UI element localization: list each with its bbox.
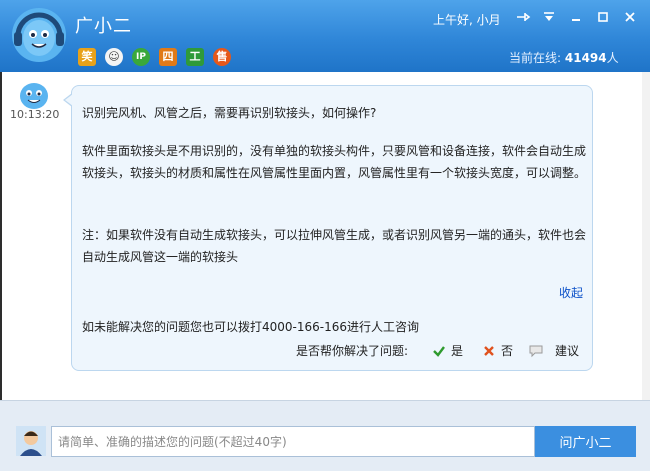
contact-text: 如未能解决您的问题您也可以拨打4000-166-166进行人工咨询	[82, 320, 420, 334]
work-icon[interactable]: 工	[186, 48, 204, 66]
bot-avatar-icon	[20, 83, 48, 109]
app-title: 广小二	[75, 16, 132, 37]
feedback-no-label: 否	[501, 344, 514, 358]
close-icon[interactable]	[618, 6, 642, 28]
message-time: 10:13:20	[10, 108, 60, 121]
sale-icon[interactable]: 售	[213, 48, 231, 66]
question-text: 识别完风机、风管之后，需要再识别软接头，如何操作?	[82, 106, 377, 120]
bubble-tail-inner	[65, 94, 73, 106]
user-avatar-icon	[16, 426, 46, 456]
comment-icon	[529, 345, 543, 357]
answer-note: 注：如果软件没有自动生成软接头，可以拉伸风管生成，或者识别风管另一端的通头，软件…	[82, 228, 587, 264]
window-edge	[0, 72, 2, 402]
online-number: 41494	[564, 51, 607, 65]
pin-icon[interactable]	[511, 6, 535, 28]
grid-icon[interactable]: 四	[159, 48, 177, 66]
cross-icon	[484, 345, 494, 356]
ask-button[interactable]: 问广小二	[535, 426, 636, 457]
online-unit: 人	[606, 51, 619, 65]
feedback-yes-label: 是	[451, 344, 464, 358]
minimize-icon[interactable]	[564, 6, 588, 28]
feedback-suggest-button[interactable]: 建议	[528, 342, 579, 359]
feedback-yes-button[interactable]: 是	[432, 342, 463, 359]
check-icon	[433, 345, 445, 357]
scrollbar[interactable]	[642, 72, 650, 400]
dropdown-menu-icon[interactable]	[537, 6, 561, 28]
online-count: 当前在线: 41494人	[509, 49, 619, 66]
feedback-no-button[interactable]: 否	[482, 342, 513, 359]
smiley-icon[interactable]: ☺	[105, 48, 123, 66]
question-input[interactable]	[51, 426, 535, 457]
laugh-icon[interactable]: 笑	[78, 48, 96, 66]
feedback-question: 是否帮你解决了问题:	[296, 344, 409, 358]
answer-paragraph: 软件里面软接头是不用识别的，没有单独的软接头构件，只要风管和设备连接，软件会自动…	[82, 144, 587, 180]
maximize-icon[interactable]	[591, 6, 615, 28]
collapse-link[interactable]: 收起	[559, 284, 583, 301]
feedback-suggest-label: 建议	[555, 344, 580, 358]
mascot-logo-icon	[12, 8, 66, 62]
title-bar: 广小二 上午好, 小月 笑 ☺ IP 四 工 售 当前在线: 41494人	[0, 0, 650, 73]
ip-icon[interactable]: IP	[132, 48, 150, 66]
user-greeting: 上午好, 小月	[433, 13, 501, 27]
online-label: 当前在线:	[509, 51, 562, 65]
